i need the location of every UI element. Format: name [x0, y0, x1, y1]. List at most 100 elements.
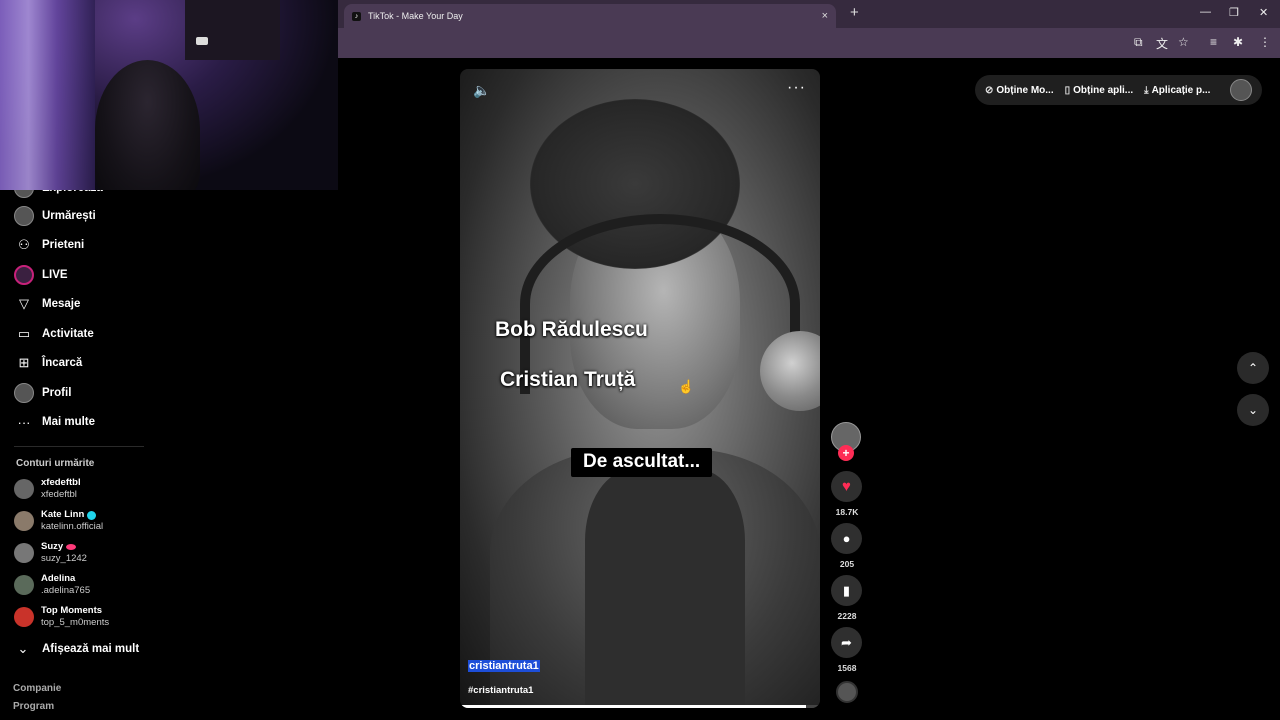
sidebar-item-label: Încarcă [42, 357, 83, 369]
video-subject-tshirt [585, 469, 745, 708]
account-name: Top Moments [41, 605, 103, 616]
video-more-icon[interactable]: ··· [787, 79, 806, 97]
browser-menu-icon[interactable]: ⋮ [1259, 35, 1271, 49]
tab-title: TikTok - Make Your Day [368, 11, 463, 21]
translate-icon[interactable]: 文 [1156, 35, 1168, 52]
followed-account[interactable]: Suzy suzy_1242 [14, 541, 87, 565]
headphones [520, 214, 800, 394]
video-player[interactable]: 🔈 ··· Bob Rădulescu Cristian Truță De as… [460, 69, 820, 708]
bookmark-button[interactable]: ▮ [831, 575, 862, 606]
new-tab-button[interactable]: + [850, 4, 859, 21]
more-icon: ··· [17, 414, 31, 430]
share-button[interactable]: ➦ [831, 627, 862, 658]
overlay-name-1: Bob Rădulescu [495, 318, 648, 341]
tab-close-icon[interactable]: × [822, 10, 828, 22]
sidebar-divider [14, 446, 144, 447]
bookmark-count: 2228 [837, 611, 857, 621]
close-window-button[interactable]: ✕ [1259, 6, 1268, 19]
overlay-name-2: Cristian Truță [500, 368, 636, 391]
extensions-icon[interactable]: ✱ [1233, 35, 1243, 49]
avatar [14, 511, 34, 531]
footer-link-program[interactable]: Program [13, 701, 54, 712]
media-control-icon[interactable]: ≡ [1210, 35, 1217, 49]
mouse-cursor-icon: ☝ [678, 379, 695, 394]
sidebar-item-label: Mesaje [42, 298, 81, 310]
share-icon: ➦ [841, 634, 852, 650]
profile-avatar-icon [14, 383, 34, 403]
webcam-background-frame [185, 0, 280, 60]
webcam-badge [196, 37, 208, 45]
avatar [14, 607, 34, 627]
sidebar-item-label: Prieteni [42, 239, 85, 251]
video-author-link[interactable]: cristiantruta1 [468, 660, 540, 672]
account-name: Suzy [41, 541, 87, 553]
like-button[interactable]: ♥ [831, 471, 862, 502]
sidebar-item-friends[interactable]: ⚇ Prieteni [14, 234, 84, 256]
sidebar-item-label: Activitate [42, 328, 94, 340]
verified-icon [87, 510, 97, 520]
account-handle: xfedeftbl [41, 489, 77, 500]
volume-icon[interactable]: 🔈 [473, 82, 490, 99]
download-icon: ⤓ [1144, 84, 1149, 96]
followed-account[interactable]: xfedeftbl xfedeftbl [14, 477, 81, 501]
followed-account[interactable]: Kate Linn katelinn.official [14, 509, 103, 533]
comment-button[interactable]: ● [831, 523, 862, 554]
live-icon [14, 265, 34, 285]
browser-tabbar: ♪ TikTok - Make Your Day × + — ❐ ✕ [338, 0, 1280, 28]
friends-icon: ⚇ [18, 237, 30, 252]
bookmark-star-icon[interactable]: ☆ [1178, 35, 1189, 49]
sidebar-item-activity[interactable]: ▭ Activitate [14, 323, 94, 345]
sidebar: Explorează Urmărești ⚇ Prieteni LIVE ▽ M… [0, 178, 150, 720]
like-count: 18.7K [835, 507, 859, 517]
sidebar-item-label: Urmărești [42, 210, 96, 222]
user-avatar[interactable] [1230, 79, 1252, 101]
tiktok-icon: ♪ [352, 11, 361, 21]
desktop-app-button[interactable]: ⤓ Aplicație p... [1144, 85, 1210, 96]
video-progress-bar[interactable] [460, 705, 820, 708]
sidebar-item-messages[interactable]: ▽ Mesaje [14, 293, 80, 315]
activity-icon: ▭ [17, 326, 31, 341]
restore-button[interactable]: ❐ [1229, 6, 1239, 19]
footer-link-company[interactable]: Companie [13, 683, 61, 694]
sound-avatar[interactable] [836, 681, 858, 703]
overlay-caption: De ascultat... [571, 448, 713, 477]
webcam-curtain [0, 0, 95, 190]
sidebar-item-following[interactable]: Urmărești [14, 205, 96, 227]
followed-account[interactable]: Adelina .adelina765 [14, 573, 90, 597]
followed-account[interactable]: Top Moments top_5_m0ments [14, 605, 109, 629]
chevron-down-icon: ⌄ [1247, 403, 1259, 417]
account-name: xfedeftbl [41, 477, 81, 488]
minimize-button[interactable]: — [1200, 6, 1211, 18]
sidebar-item-label: Mai multe [42, 416, 96, 428]
get-app-label: Obține apli... [1073, 84, 1134, 96]
account-name: Kate Linn [41, 509, 103, 521]
install-app-icon[interactable]: ⧉ [1134, 35, 1143, 50]
browser-tab[interactable]: ♪ TikTok - Make Your Day × [344, 4, 836, 28]
avatar [14, 543, 34, 563]
webcam-person [95, 60, 200, 190]
sidebar-item-more[interactable]: ··· Mai multe [14, 411, 96, 433]
sidebar-item-live[interactable]: LIVE [14, 264, 68, 286]
show-more-label: Afișează mai mult [42, 643, 140, 655]
get-coins-label: Obține Mo... [996, 84, 1054, 96]
sidebar-item-upload[interactable]: ⊞ Încarcă [14, 352, 83, 374]
comment-icon: ● [842, 531, 851, 546]
sidebar-item-label: LIVE [42, 269, 68, 281]
comment-count: 205 [839, 559, 855, 569]
avatar [14, 479, 34, 499]
video-progress-fill [460, 705, 806, 708]
phone-icon: ▯ [1064, 84, 1071, 96]
video-hashtag-link[interactable]: #cristiantruta1 [468, 685, 533, 696]
screen: ♪ TikTok - Make Your Day × + — ❐ ✕ ⧉ 文 ☆… [0, 0, 1280, 720]
show-more-button[interactable]: ⌄ Afișează mai mult [16, 639, 140, 659]
sidebar-item-profile[interactable]: Profil [14, 382, 71, 404]
get-app-button[interactable]: ▯ Obține apli... [1065, 85, 1134, 96]
avatar [14, 575, 34, 595]
following-avatar-icon [14, 206, 34, 226]
next-video-button[interactable]: ⌄ [1237, 394, 1269, 426]
get-coins-button[interactable]: ⊘ Obține Mo... [985, 85, 1054, 96]
desktop-app-label: Aplicație p... [1151, 84, 1211, 96]
follow-plus-button[interactable]: + [838, 445, 854, 461]
coin-icon: ⊘ [985, 84, 994, 96]
previous-video-button[interactable]: ⌃ [1237, 352, 1269, 384]
